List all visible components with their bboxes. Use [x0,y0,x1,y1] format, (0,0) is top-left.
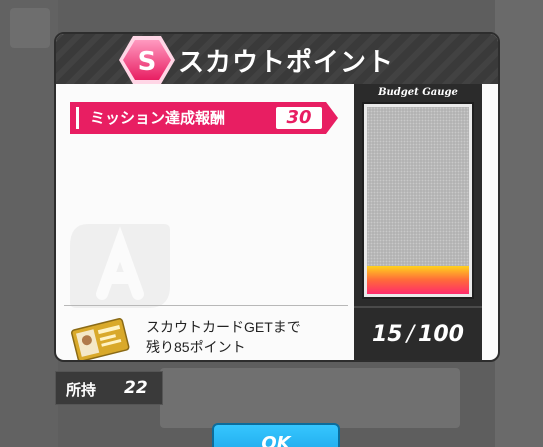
badge-letter: S [138,47,157,77]
card-progress-info: スカウトカードGETまで 残り85ポイント [146,317,301,357]
section-divider [64,305,348,306]
scout-card-icon [71,318,130,360]
owned-points-panel: 所持 22 [55,371,163,405]
card-info-line1: スカウトカードGETまで [146,319,301,335]
gauge-fill [367,265,469,294]
dialog-title: スカウトポイント [178,48,395,78]
gauge-track [367,107,469,294]
gauge-current: 15 [372,322,403,347]
mission-reward-label: ミッション達成報酬 [90,109,226,127]
gauge-title: Budget Gauge [378,87,458,98]
ok-button-label: OK [261,433,291,447]
ok-button[interactable]: OK [212,423,340,447]
card-info-line2: 残り85ポイント [146,339,246,355]
mission-reward-ribbon: ミッション達成報酬 30 [70,102,338,134]
background-right-panel [495,0,543,447]
hexagon-s-badge-icon: S [119,36,175,84]
watermark-a-logo-icon [70,224,170,308]
gauge-slash: / [406,322,415,347]
background-icon [10,8,50,48]
mission-reward-value: 30 [286,107,312,128]
scout-point-dialog: S スカウトポイント ミッション達成報酬 30 スカウトカードGETまで 残り8… [54,32,500,362]
mission-reward-value-box: 30 [276,107,322,129]
gauge-frame [362,102,474,299]
owned-label: 所持 [66,381,97,399]
background-card [160,368,460,428]
owned-value: 22 [124,378,148,398]
gauge-max: 100 [418,322,464,347]
gauge-count-box: 15/100 [354,306,482,360]
budget-gauge-panel: Budget Gauge 15/100 [354,84,482,360]
gauge-count: 15/100 [354,322,482,347]
background-left-panel [0,0,58,447]
